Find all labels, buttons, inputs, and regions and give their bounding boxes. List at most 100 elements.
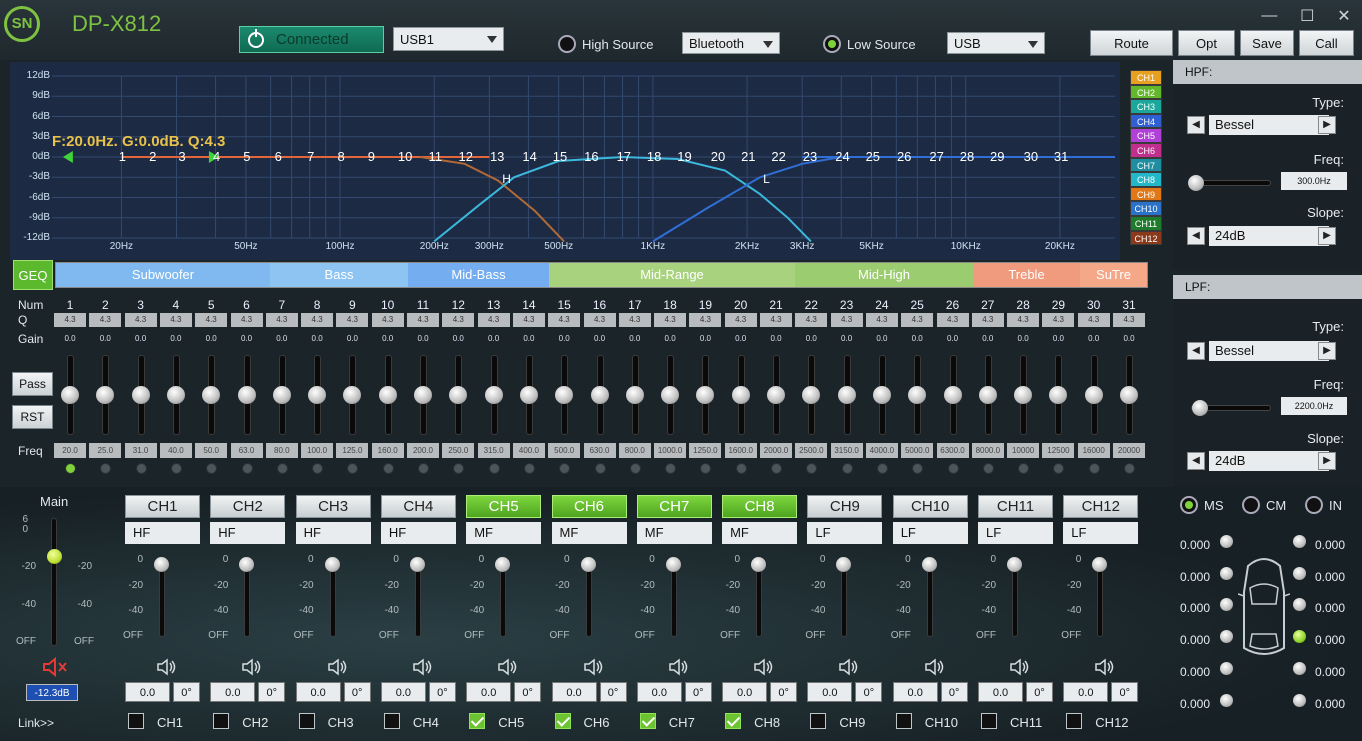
channel-phase-value[interactable]: 0° <box>770 682 798 702</box>
channel-volume-slider[interactable] <box>1097 562 1104 637</box>
band-q-value[interactable]: 4.3 <box>54 313 86 327</box>
band-freq-value[interactable]: 63.0 <box>230 443 263 458</box>
channel-volume-slider[interactable] <box>756 562 763 637</box>
hpf-type-prev-icon[interactable]: ◀ <box>1187 116 1205 134</box>
channel-route-select[interactable]: LF <box>807 522 883 544</box>
band-freq-value[interactable]: 80.0 <box>265 443 298 458</box>
high-source-select[interactable]: Bluetooth <box>682 32 780 54</box>
band-freq-value[interactable]: 20.0 <box>54 443 86 458</box>
legend-ch8[interactable]: CH8 <box>1130 172 1162 187</box>
band-select-indicator[interactable] <box>1088 463 1100 474</box>
band-select-indicator[interactable] <box>594 463 606 474</box>
band-gain-knob[interactable] <box>272 386 291 404</box>
save-button[interactable]: Save <box>1240 30 1294 56</box>
cm-radio[interactable]: CM <box>1242 496 1286 514</box>
band-gain-value[interactable]: 0.0 <box>654 332 687 346</box>
lpf-slope-select[interactable]: 24dB <box>1209 451 1329 471</box>
band-gain-value[interactable]: 0.0 <box>901 332 934 346</box>
band-q-value[interactable]: 4.3 <box>618 313 651 327</box>
legend-ch3[interactable]: CH3 <box>1130 99 1162 114</box>
band-gain-value[interactable]: 0.0 <box>124 332 157 346</box>
band-marker[interactable]: 20 <box>711 149 725 164</box>
legend-ch2[interactable]: CH2 <box>1130 84 1162 100</box>
channel-link-checkbox[interactable] <box>725 713 742 729</box>
band-select-indicator[interactable] <box>982 463 994 474</box>
band-freq-value[interactable]: 1250.0 <box>689 443 722 458</box>
geq-button[interactable]: GEQ <box>13 260 53 290</box>
band-gain-knob[interactable] <box>802 386 821 404</box>
band-gain-value[interactable]: 0.0 <box>724 332 757 346</box>
band-gain-knob[interactable] <box>96 386 115 404</box>
pass-button[interactable]: Pass <box>12 372 53 396</box>
band-q-value[interactable]: 4.3 <box>971 313 1004 327</box>
channel-delay-value[interactable]: 0.0 <box>295 682 341 702</box>
channel-volume-knob[interactable] <box>409 557 425 572</box>
speaker-icon[interactable] <box>838 658 858 676</box>
band-marker[interactable]: 22 <box>771 149 785 164</box>
band-select-indicator[interactable] <box>206 463 218 474</box>
band-freq-value[interactable]: 25.0 <box>89 443 122 458</box>
opt-button[interactable]: Opt <box>1178 30 1235 56</box>
band-freq-value[interactable]: 500.0 <box>548 443 581 458</box>
band-freq-value[interactable]: 250.0 <box>442 443 475 458</box>
band-q-value[interactable]: 4.3 <box>89 313 122 327</box>
channel-volume-slider[interactable] <box>244 562 251 637</box>
band-select-indicator[interactable] <box>735 463 747 474</box>
band-freq-value[interactable]: 31.0 <box>124 443 157 458</box>
band-freq-value[interactable]: 8000.0 <box>971 443 1004 458</box>
band-freq-value[interactable]: 1600.0 <box>724 443 757 458</box>
band-freq-value[interactable]: 20000 <box>1113 443 1145 458</box>
delay-left-knob[interactable] <box>1220 630 1233 643</box>
speaker-icon[interactable] <box>241 658 261 676</box>
band-marker[interactable]: 11 <box>428 149 442 164</box>
band-gain-knob[interactable] <box>308 386 327 404</box>
band-select-indicator[interactable] <box>100 463 112 474</box>
band-q-value[interactable]: 4.3 <box>1042 313 1075 327</box>
band-q-value[interactable]: 4.3 <box>936 313 969 327</box>
band-gain-knob[interactable] <box>872 386 891 404</box>
band-gain-value[interactable]: 0.0 <box>336 332 369 346</box>
slider-knob[interactable] <box>1188 175 1204 191</box>
hpf-type-select[interactable]: Bessel <box>1209 115 1329 135</box>
band-select-indicator[interactable] <box>665 463 677 474</box>
band-select-indicator[interactable] <box>170 463 182 474</box>
band-gain-value[interactable]: 0.0 <box>1077 332 1110 346</box>
minimize-icon[interactable]: — <box>1261 7 1277 25</box>
main-mute-icon[interactable] <box>42 657 68 677</box>
delay-left-knob[interactable] <box>1220 662 1233 675</box>
legend-ch7[interactable]: CH7 <box>1130 157 1162 173</box>
band-freq-value[interactable]: 400.0 <box>512 443 545 458</box>
band-select-indicator[interactable] <box>912 463 924 474</box>
band-marker[interactable]: 9 <box>364 149 378 164</box>
band-freq-value[interactable]: 5000.0 <box>901 443 934 458</box>
channel-volume-slider[interactable] <box>926 562 933 637</box>
channel-route-select[interactable]: LF <box>978 522 1053 544</box>
band-q-value[interactable]: 4.3 <box>583 313 616 327</box>
channel-volume-slider[interactable] <box>500 562 507 637</box>
band-freq-value[interactable]: 12500 <box>1042 443 1075 458</box>
band-marker[interactable]: 23 <box>803 149 817 164</box>
channel-volume-knob[interactable] <box>1007 557 1022 572</box>
band-gain-value[interactable]: 0.0 <box>1113 332 1145 346</box>
band-q-value[interactable]: 4.3 <box>1113 313 1145 327</box>
band-gain-knob[interactable] <box>1014 386 1033 404</box>
band-freq-value[interactable]: 200.0 <box>407 443 439 458</box>
channel-route-select[interactable]: HF <box>380 522 456 544</box>
band-q-value[interactable]: 4.3 <box>301 313 334 327</box>
band-gain-value[interactable]: 0.0 <box>795 332 828 346</box>
channel-button-ch6[interactable]: CH6 <box>551 495 627 518</box>
channel-delay-value[interactable]: 0.0 <box>125 682 170 702</box>
band-gain-knob[interactable] <box>661 386 680 404</box>
band-select-indicator[interactable] <box>947 463 959 474</box>
channel-link-checkbox[interactable] <box>469 713 486 729</box>
legend-ch4[interactable]: CH4 <box>1130 113 1162 129</box>
legend-ch1[interactable]: CH1 <box>1130 70 1162 85</box>
band-gain-value[interactable]: 0.0 <box>301 332 334 346</box>
lpf-slope-prev-icon[interactable]: ◀ <box>1187 452 1205 470</box>
band-freq-value[interactable]: 2000.0 <box>760 443 792 458</box>
band-gain-value[interactable]: 0.0 <box>689 332 722 346</box>
band-marker[interactable]: 8 <box>334 149 348 164</box>
band-q-value[interactable]: 4.3 <box>1007 313 1040 327</box>
channel-phase-value[interactable]: 0° <box>1111 682 1139 702</box>
channel-delay-value[interactable]: 0.0 <box>978 682 1023 702</box>
